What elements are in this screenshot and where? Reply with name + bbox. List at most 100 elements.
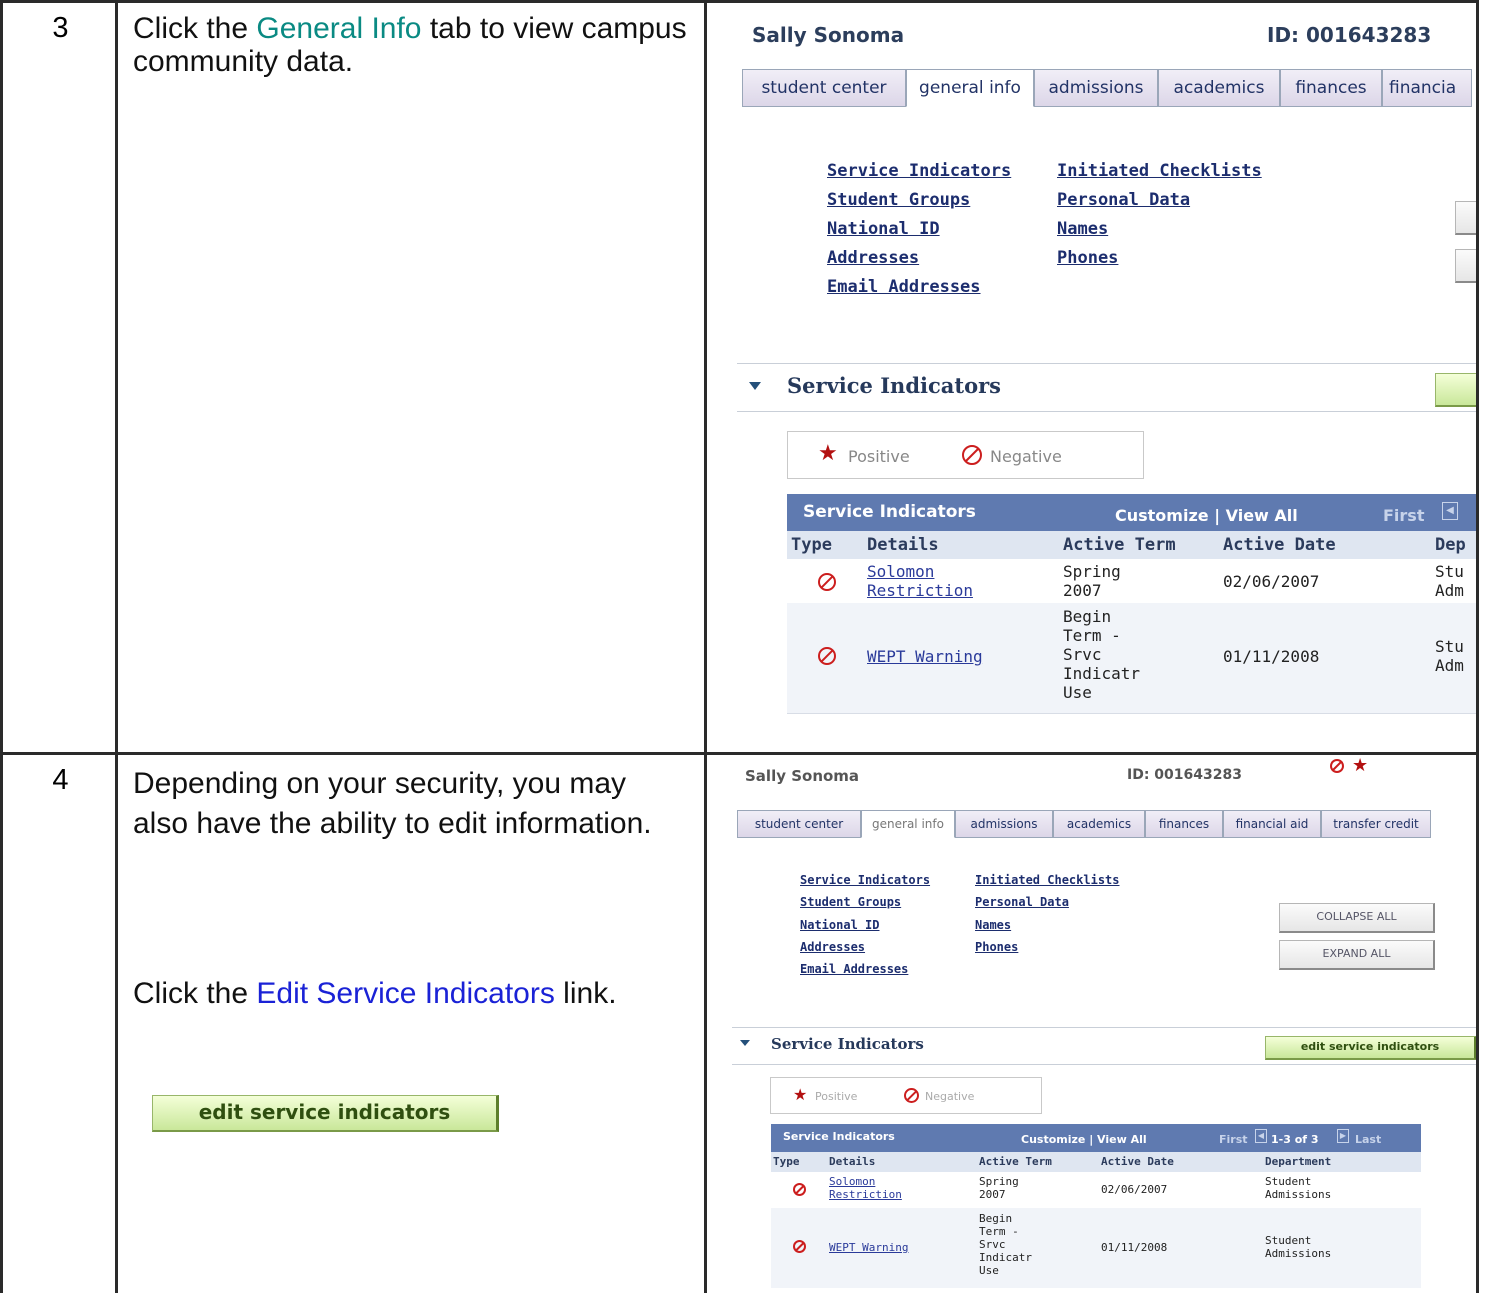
grid-row: Solomon Restriction Spring 2007 02/06/20… <box>787 559 1476 603</box>
grid-customize-links[interactable]: Customize | View All <box>1115 506 1298 525</box>
link-initiated-checklists[interactable]: Initiated Checklists <box>1057 161 1262 181</box>
grid-prev-icon[interactable]: ◀ <box>1442 502 1458 520</box>
link-service-indicators[interactable]: Service Indicators <box>800 873 930 887</box>
legend-positive: Positive <box>815 1090 858 1103</box>
grid-first-link[interactable]: First <box>1383 506 1424 525</box>
grid-header: Service Indicators Customize | View All … <box>787 494 1476 531</box>
tab-admissions[interactable]: admissions <box>1034 69 1158 107</box>
department: Stu Adm <box>1435 637 1464 675</box>
step-instruction: Click the Edit Service Indicators link. <box>133 974 673 1014</box>
link-student-groups[interactable]: Student Groups <box>800 895 901 909</box>
grid-last-link[interactable]: Last <box>1355 1133 1381 1146</box>
collapse-all-button-partial[interactable] <box>1455 201 1476 235</box>
grid-title: Service Indicators <box>803 502 976 522</box>
link-addresses[interactable]: Addresses <box>827 248 919 268</box>
table-right-border <box>1476 0 1479 1293</box>
link-email-addresses[interactable]: Email Addresses <box>827 277 981 297</box>
tab-bar: student center general info admissions a… <box>742 69 1472 107</box>
tab-admissions[interactable]: admissions <box>955 810 1053 838</box>
expand-all-button[interactable]: EXPAND ALL <box>1279 940 1435 970</box>
link-national-id[interactable]: National ID <box>800 918 879 932</box>
grid-row-count: 1-3 of 3 <box>1271 1133 1319 1146</box>
detail-link[interactable]: Solomon Restriction <box>867 562 973 600</box>
expand-all-button-partial[interactable] <box>1455 249 1476 283</box>
active-date: 02/06/2007 <box>1223 572 1320 591</box>
grid-customize-links[interactable]: Customize | View All <box>1021 1133 1147 1146</box>
tab-academics[interactable]: academics <box>1053 810 1145 838</box>
legend-negative: Negative <box>925 1090 975 1103</box>
column-department: Dep <box>1435 535 1466 555</box>
grid-row-partial <box>787 713 1476 752</box>
department: Student Admissions <box>1265 1234 1332 1260</box>
grid-column-headers: Type Details Active Term Active Date Dep <box>787 531 1476 559</box>
edit-service-indicators-button-partial[interactable] <box>1435 373 1476 407</box>
link-phones[interactable]: Phones <box>1057 248 1118 268</box>
active-term: Spring 2007 <box>1063 562 1121 600</box>
grid-next-icon[interactable]: ▶ <box>1337 1129 1349 1143</box>
section-divider <box>732 1064 1476 1065</box>
instruction-text: Click the <box>133 12 257 45</box>
grid-row: Solomon Restriction Spring 2007 02/06/20… <box>771 1172 1421 1208</box>
tab-transfer-credit[interactable]: transfer credit <box>1321 810 1431 838</box>
student-name: Sally Sonoma <box>752 23 905 47</box>
tab-finances[interactable]: finances <box>1280 69 1382 107</box>
negative-icon <box>818 647 836 665</box>
link-addresses[interactable]: Addresses <box>800 940 865 954</box>
link-email-addresses[interactable]: Email Addresses <box>800 962 908 976</box>
section-divider <box>732 1027 1476 1028</box>
edit-service-indicators-button[interactable]: edit service indicators <box>1265 1036 1476 1060</box>
tab-student-center[interactable]: student center <box>737 810 861 838</box>
negative-icon <box>793 1240 806 1253</box>
column-department: Department <box>1265 1155 1332 1168</box>
link-student-groups[interactable]: Student Groups <box>827 190 970 210</box>
tab-financial-aid[interactable]: financial aid <box>1223 810 1321 838</box>
student-id: ID: 001643283 <box>1267 23 1432 47</box>
legend-box: ★ Positive Negative <box>770 1077 1042 1114</box>
tab-finances[interactable]: finances <box>1145 810 1223 838</box>
link-names[interactable]: Names <box>1057 219 1108 239</box>
collapse-triangle-icon[interactable] <box>740 1040 750 1046</box>
edit-service-indicators-reference: Edit Service Indicators <box>256 977 555 1010</box>
grid-row: WEPT Warning Begin Term - Srvc Indicatr … <box>771 1208 1421 1288</box>
link-initiated-checklists[interactable]: Initiated Checklists <box>975 873 1120 887</box>
department: Student Admissions <box>1265 1175 1332 1201</box>
tab-academics[interactable]: academics <box>1158 69 1280 107</box>
negative-icon <box>793 1183 806 1196</box>
column-type: Type <box>791 535 832 555</box>
positive-star-icon: ★ <box>818 441 838 466</box>
positive-star-icon: ★ <box>793 1085 808 1104</box>
step-instruction: Click the General Info tab to view campu… <box>133 12 693 78</box>
link-personal-data[interactable]: Personal Data <box>975 895 1069 909</box>
link-personal-data[interactable]: Personal Data <box>1057 190 1190 210</box>
detail-link[interactable]: Solomon Restriction <box>829 1175 902 1201</box>
tab-financial-aid[interactable]: financia <box>1382 69 1472 107</box>
tab-general-info[interactable]: general info <box>906 69 1034 107</box>
screenshot-edit-service-indicators: Sally Sonoma ID: 001643283 ★ student cen… <box>707 755 1476 1293</box>
instruction-text: link. <box>554 977 617 1010</box>
collapse-all-button[interactable]: COLLAPSE ALL <box>1279 903 1435 933</box>
edit-service-indicators-button[interactable]: edit service indicators <box>152 1095 499 1132</box>
legend-positive: Positive <box>848 447 910 466</box>
section-divider <box>737 411 1476 412</box>
detail-link[interactable]: WEPT Warning <box>829 1241 908 1254</box>
detail-link[interactable]: WEPT Warning <box>867 647 983 666</box>
legend-box: ★ Positive Negative <box>787 431 1144 479</box>
active-date: 01/11/2008 <box>1223 647 1320 666</box>
tab-general-info[interactable]: general info <box>861 810 955 838</box>
table-left-border <box>0 0 3 1293</box>
link-names[interactable]: Names <box>975 918 1011 932</box>
grid-prev-icon[interactable]: ◀ <box>1255 1129 1267 1143</box>
active-term: Spring 2007 <box>979 1175 1019 1201</box>
negative-indicator-icon <box>1330 759 1344 773</box>
collapse-triangle-icon[interactable] <box>749 382 761 390</box>
link-service-indicators[interactable]: Service Indicators <box>827 161 1011 181</box>
negative-icon <box>904 1088 919 1103</box>
column-details: Details <box>829 1155 876 1168</box>
department: Stu Adm <box>1435 562 1464 600</box>
link-phones[interactable]: Phones <box>975 940 1018 954</box>
grid-first-link[interactable]: First <box>1219 1133 1248 1146</box>
screenshot-general-info: Sally Sonoma ID: 001643283 student cente… <box>707 3 1476 752</box>
section-title: Service Indicators <box>787 373 1001 398</box>
link-national-id[interactable]: National ID <box>827 219 940 239</box>
tab-student-center[interactable]: student center <box>742 69 906 107</box>
